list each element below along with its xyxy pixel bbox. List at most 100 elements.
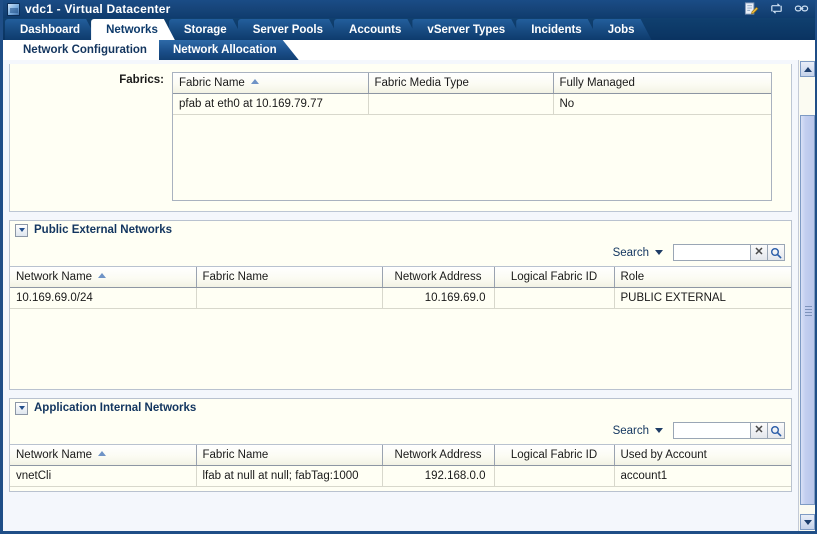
- cell-network-name: vnetCli: [10, 465, 197, 487]
- tab-label: Jobs: [607, 23, 635, 36]
- tab-label: Dashboard: [20, 23, 81, 36]
- search-button[interactable]: [768, 422, 785, 439]
- tab-label: Incidents: [531, 23, 582, 36]
- cell-used-by-account: account1: [614, 465, 791, 487]
- cell-fully-managed: No: [553, 93, 771, 115]
- application-internal-networks-table[interactable]: Network Name Fabric Name Network Address…: [9, 444, 792, 492]
- column-header-logical-fabric-id[interactable]: Logical Fabric ID: [494, 267, 615, 288]
- cell-network-address: 10.169.69.0: [382, 287, 495, 309]
- table-row[interactable]: vnetCli lfab at null at null; fabTag:100…: [10, 465, 791, 487]
- refresh-icon[interactable]: [769, 1, 784, 16]
- tab-incidents[interactable]: Incidents: [516, 19, 598, 40]
- chevron-up-icon: [803, 66, 812, 72]
- tab-jobs[interactable]: Jobs: [593, 19, 652, 40]
- scroll-down-button[interactable]: [800, 514, 815, 530]
- column-header-label: Network Name: [16, 448, 93, 461]
- cell-logical-fabric-id: [494, 465, 615, 487]
- tab-server-pools[interactable]: Server Pools: [238, 19, 340, 40]
- fabrics-table[interactable]: Fabric Name Fabric Media Type Fully Mana…: [172, 72, 772, 201]
- vertical-scrollbar[interactable]: [798, 60, 815, 531]
- cell-network-name: 10.169.69.0/24: [10, 287, 197, 309]
- cell-fabric-name: [196, 287, 383, 309]
- search-dropdown-caret-icon[interactable]: [655, 428, 663, 433]
- column-header-logical-fabric-id[interactable]: Logical Fabric ID: [494, 445, 615, 466]
- collapse-toggle-icon[interactable]: [15, 401, 28, 415]
- cell-logical-fabric-id: [494, 287, 615, 309]
- search-input[interactable]: [673, 244, 751, 261]
- section-header[interactable]: Application Internal Networks: [9, 398, 792, 417]
- section-toolbar: Search ✕: [9, 417, 792, 444]
- scrollbar-thumb[interactable]: [800, 115, 815, 505]
- title-bar: vdc1 - Virtual Datacenter: [3, 0, 815, 18]
- section-title: Public External Networks: [34, 224, 173, 236]
- scrollbar-grip-icon: [805, 306, 812, 316]
- column-header-fabric-name[interactable]: Fabric Name: [173, 73, 369, 94]
- column-header-label: Network Name: [16, 270, 93, 283]
- tab-label: Accounts: [349, 23, 402, 36]
- cell-fabric-name: lfab at null at null; fabTag:1000: [196, 465, 383, 487]
- search-dropdown-caret-icon[interactable]: [655, 250, 663, 255]
- sort-ascending-icon: [250, 78, 259, 84]
- edit-icon[interactable]: [744, 1, 759, 16]
- column-header-role[interactable]: Role: [614, 267, 791, 288]
- link-icon[interactable]: [794, 1, 809, 16]
- column-header-fabric-name[interactable]: Fabric Name: [196, 267, 383, 288]
- cell-fabric-name: pfab at eth0 at 10.169.79.77: [173, 93, 369, 115]
- tab-label: Server Pools: [252, 23, 324, 36]
- search-button[interactable]: [768, 244, 785, 261]
- tab-storage[interactable]: Storage: [169, 19, 244, 40]
- cell-fabric-media-type: [368, 93, 554, 115]
- column-header-network-address[interactable]: Network Address: [382, 445, 495, 466]
- section-title: Application Internal Networks: [34, 402, 197, 414]
- column-header-fully-managed[interactable]: Fully Managed: [553, 73, 771, 94]
- table-header-row: Network Name Fabric Name Network Address…: [10, 445, 791, 466]
- clear-search-button[interactable]: ✕: [751, 244, 768, 261]
- fabrics-panel: Fabrics: Fabric Name Fabric Media Type F…: [9, 64, 792, 212]
- tab-label: Networks: [106, 23, 158, 36]
- table-header-row: Network Name Fabric Name Network Address…: [10, 267, 791, 288]
- search-label: Search: [612, 424, 649, 437]
- public-external-networks-section: Public External Networks Search ✕ Networ…: [9, 220, 792, 390]
- title-bar-icon-group: [744, 1, 809, 16]
- section-header[interactable]: Public External Networks: [9, 220, 792, 239]
- tab-dashboard[interactable]: Dashboard: [5, 19, 97, 40]
- content-area: Fabrics: Fabric Name Fabric Media Type F…: [3, 60, 815, 531]
- column-header-network-name[interactable]: Network Name: [10, 445, 197, 466]
- sort-ascending-icon: [98, 450, 107, 456]
- clear-search-button[interactable]: ✕: [751, 422, 768, 439]
- section-toolbar: Search ✕: [9, 239, 792, 266]
- tab-label: vServer Types: [427, 23, 506, 36]
- subtab-network-configuration[interactable]: Network Configuration: [9, 40, 169, 60]
- tab-networks[interactable]: Networks: [91, 19, 175, 40]
- table-row[interactable]: 10.169.69.0/24 10.169.69.0 PUBLIC EXTERN…: [10, 287, 791, 309]
- tab-label: Storage: [183, 23, 227, 36]
- scrollable-content: Fabrics: Fabric Name Fabric Media Type F…: [3, 60, 798, 531]
- public-external-networks-table[interactable]: Network Name Fabric Name Network Address…: [9, 266, 792, 390]
- scroll-up-button[interactable]: [800, 61, 815, 77]
- table-row[interactable]: pfab at eth0 at 10.169.79.77 No: [173, 93, 771, 115]
- application-icon: [7, 2, 20, 16]
- column-header-fabric-name[interactable]: Fabric Name: [196, 445, 383, 466]
- search-input[interactable]: [673, 422, 751, 439]
- subtab-label: Network Allocation: [172, 44, 277, 56]
- fabrics-label: Fabrics:: [119, 74, 164, 86]
- sort-ascending-icon: [98, 272, 107, 278]
- application-window: vdc1 - Virtual Datacenter Dashboard Netwo…: [0, 0, 817, 534]
- cell-network-address: 192.168.0.0: [382, 465, 495, 487]
- tab-accounts[interactable]: Accounts: [334, 19, 418, 40]
- cell-role: PUBLIC EXTERNAL: [614, 287, 791, 309]
- column-header-network-name[interactable]: Network Name: [10, 267, 197, 288]
- column-header-network-address[interactable]: Network Address: [382, 267, 495, 288]
- column-header-fabric-media-type[interactable]: Fabric Media Type: [368, 73, 554, 94]
- search-icon: [771, 425, 782, 436]
- subtab-label: Network Configuration: [23, 44, 147, 56]
- search-icon: [771, 247, 782, 258]
- chevron-down-icon: [803, 519, 812, 525]
- application-internal-networks-section: Application Internal Networks Search ✕ N…: [9, 398, 792, 492]
- collapse-toggle-icon[interactable]: [15, 223, 28, 237]
- column-header-used-by-account[interactable]: Used by Account: [614, 445, 791, 466]
- main-tab-bar: Dashboard Networks Storage Server Pools Acco…: [3, 18, 815, 40]
- tab-vserver-types[interactable]: vServer Types: [412, 19, 522, 40]
- window-title: vdc1 - Virtual Datacenter: [25, 2, 171, 16]
- subtab-network-allocation[interactable]: Network Allocation: [159, 40, 299, 60]
